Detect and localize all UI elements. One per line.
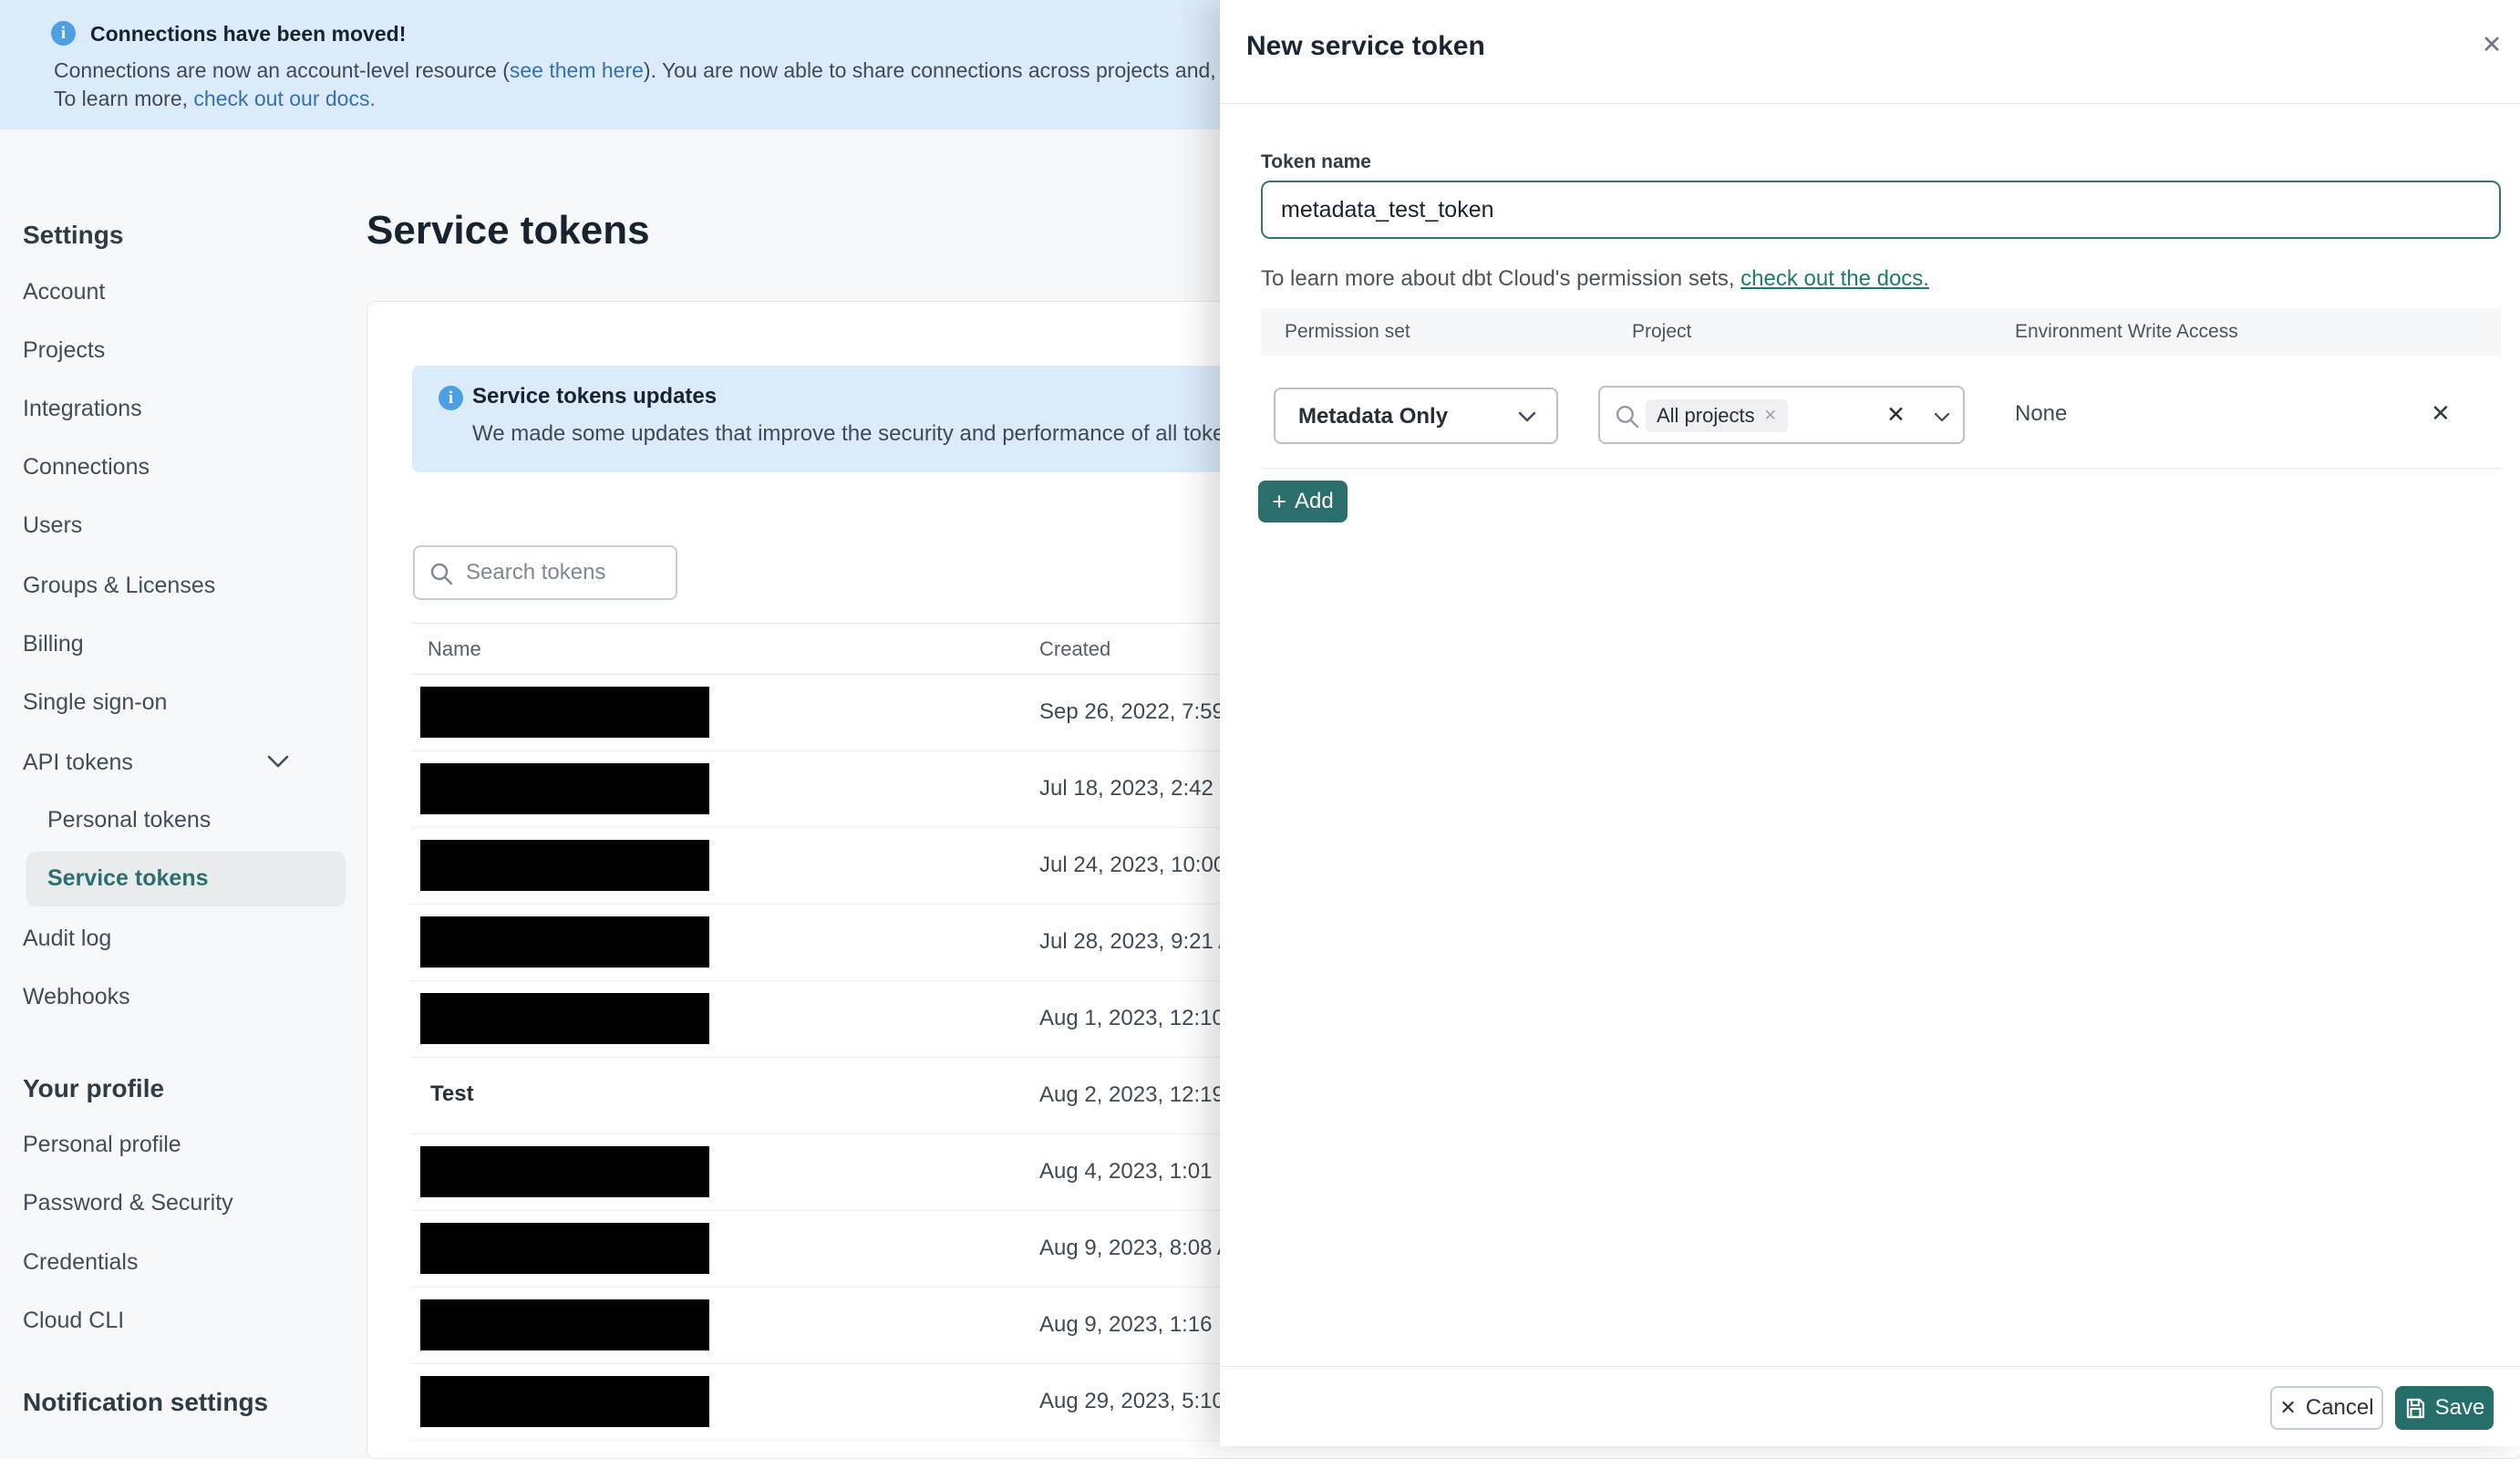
chevron-down-icon[interactable] <box>267 755 289 772</box>
sidebar-header-settings: Settings <box>23 221 124 249</box>
sidebar-item-label: Service tokens <box>47 865 209 891</box>
permission-set-value: Metadata Only <box>1298 404 1449 429</box>
column-header-permission-set: Permission set <box>1285 321 1410 342</box>
notice-body: We made some updates that improve the se… <box>472 421 1327 446</box>
chip-label: All projects <box>1657 404 1755 427</box>
sidebar-item-connections[interactable]: Connections <box>23 454 150 481</box>
remove-permission-row-icon[interactable]: ✕ <box>2431 399 2451 428</box>
check-docs-link[interactable]: check out our docs. <box>193 87 375 110</box>
check-out-the-docs-link[interactable]: check out the docs. <box>1740 266 1929 291</box>
info-icon: i <box>439 386 463 410</box>
sidebar-item-integrations[interactable]: Integrations <box>23 396 142 422</box>
sidebar-item-billing[interactable]: Billing <box>23 631 84 657</box>
close-icon[interactable]: ✕ <box>2476 29 2507 60</box>
sidebar-item-account[interactable]: Account <box>23 279 105 305</box>
column-header-environment-write-access: Environment Write Access <box>2015 321 2238 342</box>
info-icon: i <box>51 21 76 46</box>
redacted-token-name <box>420 1146 709 1197</box>
search-tokens-field[interactable] <box>413 545 677 600</box>
chip-remove-icon[interactable]: ✕ <box>1764 407 1777 425</box>
sidebar-item-personal-profile[interactable]: Personal profile <box>23 1132 181 1158</box>
redacted-token-name <box>420 1223 709 1274</box>
token-name-label: Token name <box>1261 151 1371 172</box>
sidebar-item-cloud-cli[interactable]: Cloud CLI <box>23 1308 124 1334</box>
banner-body-line2: To learn more, check out our docs. <box>54 87 376 111</box>
panel-title: New service token <box>1246 31 1485 61</box>
redacted-token-name <box>420 1376 709 1427</box>
panel-footer-divider <box>1220 1366 2520 1367</box>
cancel-button[interactable]: ✕ Cancel <box>2270 1386 2383 1430</box>
help-text: To learn more about dbt Cloud's permissi… <box>1261 266 1741 291</box>
add-permission-button[interactable]: + Add <box>1258 481 1348 523</box>
token-name: Test <box>430 1081 474 1106</box>
permissions-table-header: Permission set Project Environment Write… <box>1261 308 2501 356</box>
sidebar-item-personal-tokens[interactable]: Personal tokens <box>47 807 211 833</box>
chevron-down-icon[interactable] <box>1934 410 1950 427</box>
permissions-divider <box>1261 468 2501 469</box>
redacted-token-name <box>420 993 709 1044</box>
banner-title: Connections have been moved! <box>90 22 407 46</box>
sidebar-header-notification-settings: Notification settings <box>23 1388 269 1416</box>
sidebar-item-service-tokens[interactable]: Service tokens <box>26 852 346 906</box>
column-header-created: Created <box>1039 637 1111 660</box>
sidebar-item-api-tokens[interactable]: API tokens <box>23 750 133 776</box>
page-title: Service tokens <box>367 208 650 253</box>
permission-sets-help-text: To learn more about dbt Cloud's permissi… <box>1261 266 1929 292</box>
column-header-project: Project <box>1632 321 1692 342</box>
token-name-input[interactable] <box>1261 181 2501 239</box>
add-button-label: Add <box>1295 489 1334 513</box>
sidebar-item-users[interactable]: Users <box>23 512 82 539</box>
sidebar-item-single-sign-on[interactable]: Single sign-on <box>23 689 167 716</box>
new-service-token-panel: New service token ✕ Token name To learn … <box>1220 0 2520 1446</box>
column-header-name: Name <box>428 637 481 660</box>
sidebar-item-groups-licenses[interactable]: Groups & Licenses <box>23 573 215 599</box>
settings-sidebar: Settings Account Projects Integrations C… <box>0 129 367 1446</box>
panel-header-divider <box>1220 103 2520 104</box>
project-multiselect[interactable]: All projects ✕ ✕ <box>1598 386 1965 444</box>
banner-body-line1: Connections are now an account-level res… <box>54 58 1351 83</box>
redacted-token-name <box>420 763 709 814</box>
sidebar-item-projects[interactable]: Projects <box>23 337 105 364</box>
clear-selection-icon[interactable]: ✕ <box>1886 401 1905 429</box>
banner-text: To learn more, <box>54 87 194 110</box>
permission-set-select[interactable]: Metadata Only <box>1274 388 1558 444</box>
chevron-down-icon <box>1518 411 1536 422</box>
project-chip-all-projects[interactable]: All projects ✕ <box>1646 399 1788 432</box>
search-input[interactable] <box>415 547 676 598</box>
redacted-token-name <box>420 916 709 967</box>
sidebar-item-password-security[interactable]: Password & Security <box>23 1190 233 1216</box>
banner-text: Connections are now an account-level res… <box>54 58 510 82</box>
sidebar-header-your-profile: Your profile <box>23 1074 165 1102</box>
close-icon: ✕ <box>2279 1396 2297 1419</box>
redacted-token-name <box>420 1299 709 1350</box>
save-button[interactable]: Save <box>2395 1386 2494 1430</box>
search-icon <box>1616 405 1639 429</box>
save-button-label: Save <box>2434 1395 2485 1420</box>
cancel-button-label: Cancel <box>2305 1395 2374 1420</box>
redacted-token-name <box>420 840 709 891</box>
save-disk-icon <box>2406 1398 2424 1418</box>
see-them-here-link[interactable]: see them here <box>510 58 644 82</box>
sidebar-item-webhooks[interactable]: Webhooks <box>23 984 130 1010</box>
plus-icon: + <box>1272 487 1287 515</box>
sidebar-item-audit-log[interactable]: Audit log <box>23 926 111 952</box>
redacted-token-name <box>420 687 709 738</box>
environment-write-access-value: None <box>2015 401 2068 426</box>
sidebar-item-credentials[interactable]: Credentials <box>23 1249 138 1276</box>
notice-title: Service tokens updates <box>472 384 718 409</box>
